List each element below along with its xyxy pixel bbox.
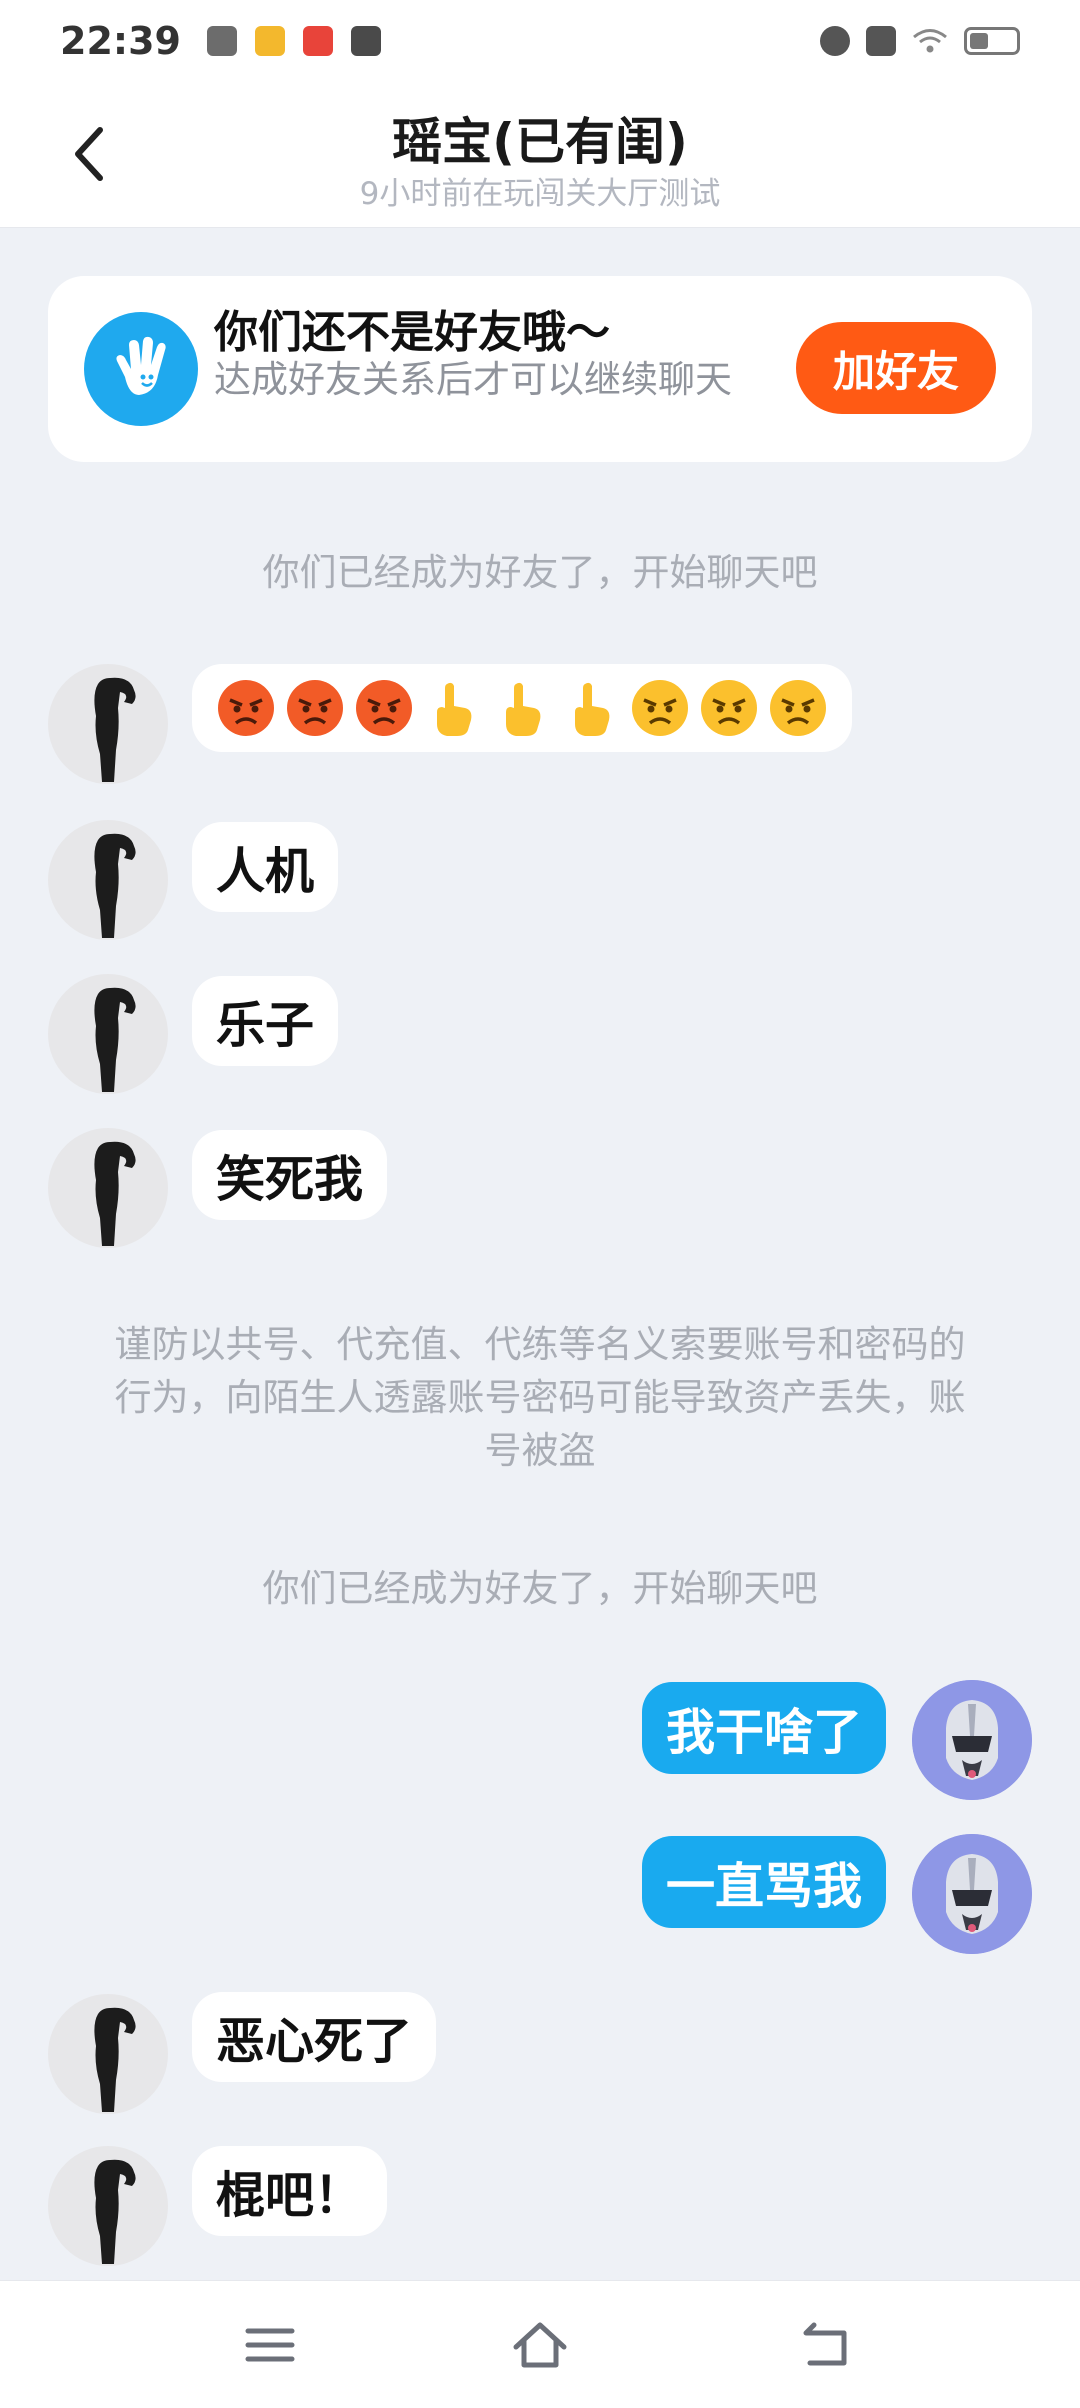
silhouette-avatar-image: [94, 987, 136, 1092]
self-avatar[interactable]: [912, 1680, 1032, 1800]
battery-icon: [964, 27, 1020, 55]
message-bubble[interactable]: 人机: [192, 822, 339, 912]
silhouette-avatar-image: [94, 1141, 136, 1246]
add-friend-button[interactable]: 加好友: [796, 322, 996, 414]
message-bubble-self[interactable]: 一直骂我: [641, 1836, 886, 1928]
home-icon[interactable]: [508, 2313, 572, 2377]
notification-mail-icon: [350, 26, 381, 56]
pointing-up-icon: [506, 682, 541, 736]
contact-avatar[interactable]: [48, 664, 168, 784]
contact-status: 9小时前在玩闯关大厅测试: [359, 176, 721, 212]
system-notice-friends: 你们已经成为好友了，开始聊天吧: [262, 551, 818, 594]
contact-avatar[interactable]: [48, 1128, 168, 1248]
back-icon[interactable]: [794, 2313, 858, 2377]
status-app-icons: [206, 26, 381, 56]
robot-helmet-avatar-image: [912, 1834, 1032, 1954]
pointing-up-icon: [437, 682, 472, 736]
not-friends-banner: 你们还不是好友哦～ 达成好友关系后才可以继续聊天 加好友: [48, 276, 1032, 462]
status-time: 22:39: [60, 19, 181, 63]
angry-face-icon: [218, 680, 274, 736]
status-system-icons: [820, 26, 1020, 56]
silhouette-avatar-image: [94, 833, 136, 938]
contact-avatar[interactable]: [48, 2146, 168, 2266]
system-nav-bar: [0, 2280, 1080, 2408]
close-notification-icon: [866, 26, 896, 56]
message-bubble-self[interactable]: 我干啥了: [641, 1682, 886, 1774]
system-notice-warning: 谨防以共号、代充值、代练等名义索要账号和密码的行为，向陌生人透露账号密码可能导致…: [114, 1323, 966, 1472]
message-bubble[interactable]: 笑死我: [192, 1130, 388, 1220]
chat-header: 瑶宝(已有闺) 9小时前在玩闯关大厅测试: [0, 82, 1080, 228]
wifi-icon: [913, 29, 947, 53]
contact-avatar[interactable]: [48, 1994, 168, 2114]
silhouette-avatar-image: [94, 2007, 136, 2112]
message-bubble[interactable]: 恶心死了: [192, 1992, 437, 2082]
menu-icon[interactable]: [238, 2313, 302, 2377]
notification-map-icon: [302, 26, 333, 56]
robot-helmet-avatar-image: [912, 1680, 1032, 1800]
notification-app-icon: [206, 26, 237, 56]
hand-wave-icon: [84, 312, 198, 426]
system-notice-friends: 你们已经成为好友了，开始聊天吧: [262, 1567, 818, 1610]
annoyed-face-icon: [770, 680, 826, 736]
banner-title: 你们还不是好友哦～: [214, 307, 610, 358]
pointing-up-icon: [575, 682, 610, 736]
contact-avatar[interactable]: [48, 974, 168, 1094]
alarm-icon: [820, 26, 850, 56]
message-bubble-emoji[interactable]: [192, 664, 852, 752]
contact-name[interactable]: 瑶宝(已有闺): [0, 102, 1080, 174]
angry-face-icon: [356, 680, 412, 736]
battery-level: [970, 33, 988, 49]
emoji-row: [216, 678, 828, 738]
message-bubble[interactable]: 棍吧！: [192, 2146, 388, 2236]
silhouette-avatar-image: [94, 677, 136, 782]
angry-face-icon: [287, 680, 343, 736]
message-bubble[interactable]: 乐子: [192, 976, 339, 1066]
annoyed-face-icon: [632, 680, 688, 736]
annoyed-face-icon: [701, 680, 757, 736]
status-bar: 22:39: [0, 0, 1080, 82]
banner-description: 达成好友关系后才可以继续聊天: [214, 358, 732, 401]
notification-game-icon: [254, 26, 285, 56]
silhouette-avatar-image: [94, 2159, 136, 2264]
contact-avatar[interactable]: [48, 820, 168, 940]
self-avatar[interactable]: [912, 1834, 1032, 1954]
